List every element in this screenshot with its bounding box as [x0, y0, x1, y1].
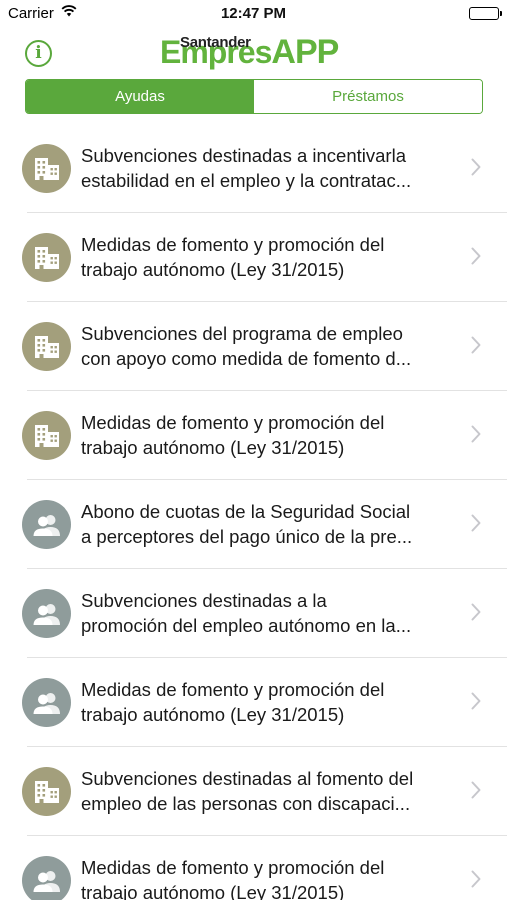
list-item-title: Subvenciones destinadas a la promoción de… — [81, 588, 463, 638]
people-icon — [22, 500, 71, 549]
logo-brand: Santander — [180, 34, 251, 51]
list-item[interactable]: Subvenciones destinadas a la promoción de… — [0, 569, 507, 658]
list-item-title: Subvenciones destinadas a incentivarla es… — [81, 143, 463, 193]
list-item-title-line-1: Medidas de fomento y promoción del — [81, 857, 385, 878]
list-item-title-line-2: estabilidad en el empleo y la contratac.… — [81, 170, 412, 191]
list-item[interactable]: Subvenciones del programa de empleo con a… — [0, 302, 507, 391]
building-icon — [22, 411, 71, 460]
list-item-title-line-1: Subvenciones destinadas a incentivarla — [81, 145, 406, 166]
chevron-right-icon — [471, 336, 481, 359]
building-icon — [22, 144, 71, 193]
list-item-title-line-1: Subvenciones destinadas a la — [81, 590, 327, 611]
tab-ayudas[interactable]: Ayudas — [26, 80, 254, 113]
list-item-title-line-1: Medidas de fomento y promoción del — [81, 679, 385, 700]
status-time: 12:47 PM — [220, 5, 287, 22]
logo-app-suffix: APP — [271, 33, 339, 71]
list-item-title: Medidas de fomento y promoción del trabaj… — [81, 677, 463, 727]
chevron-right-icon — [471, 603, 481, 626]
chevron-right-icon — [471, 158, 481, 181]
people-icon — [22, 589, 71, 638]
list-item-title-line-2: trabajo autónomo (Ley 31/2015) — [81, 882, 345, 900]
list-item-title-line-1: Subvenciones del programa de empleo — [81, 323, 403, 344]
list-item-title-line-2: trabajo autónomo (Ley 31/2015) — [81, 437, 345, 458]
chevron-right-icon — [471, 692, 481, 715]
list-item-title-line-1: Abono de cuotas de la Seguridad Social — [81, 501, 411, 522]
list-item-title-line-1: Medidas de fomento y promoción del — [81, 234, 385, 255]
list-item[interactable]: Medidas de fomento y promoción del trabaj… — [0, 391, 507, 480]
list-item-title-line-2: promoción del empleo autónomo en la... — [81, 615, 412, 636]
list-item-title-line-1: Subvenciones destinadas al fomento del — [81, 768, 414, 789]
people-icon — [22, 678, 71, 727]
list-item-title-line-2: empleo de las personas con discapaci... — [81, 793, 411, 814]
chevron-right-icon — [471, 870, 481, 893]
app-logo: EmpresAPP Santander — [160, 32, 360, 74]
list-item[interactable]: Medidas de fomento y promoción del trabaj… — [0, 658, 507, 747]
status-bar: Carrier 12:47 PM — [0, 0, 507, 28]
building-icon — [22, 767, 71, 816]
chevron-right-icon — [471, 781, 481, 804]
chevron-right-icon — [471, 514, 481, 537]
chevron-right-icon — [471, 247, 481, 270]
list-item-title-line-2: trabajo autónomo (Ley 31/2015) — [81, 259, 345, 280]
aid-list: Subvenciones destinadas a incentivarla es… — [0, 124, 507, 900]
tab-prestamos[interactable]: Préstamos — [254, 80, 482, 113]
list-item-title: Medidas de fomento y promoción del trabaj… — [81, 232, 463, 282]
building-icon — [22, 322, 71, 371]
list-item-title-line-1: Medidas de fomento y promoción del — [81, 412, 385, 433]
people-icon — [22, 856, 71, 900]
list-item[interactable]: Medidas de fomento y promoción del trabaj… — [0, 213, 507, 302]
battery-icon — [469, 7, 502, 20]
list-item[interactable]: Subvenciones destinadas al fomento del em… — [0, 747, 507, 836]
navigation-bar: i EmpresAPP Santander — [0, 28, 507, 76]
building-icon — [22, 233, 71, 282]
list-item-title: Subvenciones destinadas al fomento del em… — [81, 766, 463, 816]
chevron-right-icon — [471, 425, 481, 448]
list-item-title: Medidas de fomento y promoción del trabaj… — [81, 855, 463, 900]
list-item-title: Subvenciones del programa de empleo con a… — [81, 321, 463, 371]
info-button[interactable]: i — [25, 40, 52, 67]
list-item[interactable]: Medidas de fomento y promoción del trabaj… — [0, 836, 507, 900]
segmented-control: Ayudas Préstamos — [25, 79, 483, 114]
list-item[interactable]: Subvenciones destinadas a incentivarla es… — [0, 124, 507, 213]
list-item-title-line-2: a perceptores del pago único de la pre..… — [81, 526, 413, 547]
list-item-title: Abono de cuotas de la Seguridad Social a … — [81, 499, 463, 549]
list-item[interactable]: Abono de cuotas de la Seguridad Social a … — [0, 480, 507, 569]
list-item-title: Medidas de fomento y promoción del trabaj… — [81, 410, 463, 460]
list-item-title-line-2: con apoyo como medida de fomento d... — [81, 348, 412, 369]
list-item-title-line-2: trabajo autónomo (Ley 31/2015) — [81, 704, 345, 725]
